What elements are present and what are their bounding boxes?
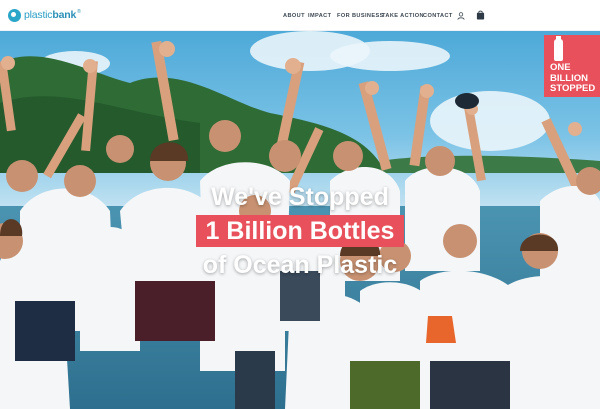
- headline-line-1: We've Stopped: [211, 183, 389, 211]
- badge-text: ONE BILLION STOPPED: [550, 62, 596, 94]
- logo-wordmark: plasticbank®: [24, 9, 81, 21]
- logo-mark-icon: [8, 8, 21, 22]
- user-icon[interactable]: [457, 12, 465, 20]
- one-billion-stopped-badge: ONE BILLION STOPPED: [544, 35, 600, 97]
- hero-headline: We've Stopped 1 Billion Bottles of Ocean…: [0, 180, 600, 282]
- nav-impact[interactable]: IMPACT: [308, 13, 331, 19]
- plastic-bank-logo[interactable]: plasticbank®: [8, 0, 81, 31]
- nav-take-action[interactable]: TAKE ACTION: [382, 13, 424, 19]
- shopping-bag-icon[interactable]: [476, 10, 485, 20]
- headline-line-3: of Ocean Plastic: [202, 251, 398, 279]
- bottle-icon: [554, 36, 563, 61]
- site-header: plasticbank® ABOUT IMPACT FOR BUSINESS T…: [0, 0, 600, 31]
- nav-contact[interactable]: CONTACT: [423, 13, 453, 19]
- nav-for-business[interactable]: FOR BUSINESS: [337, 13, 384, 19]
- nav-about[interactable]: ABOUT: [283, 13, 305, 19]
- headline-highlight: 1 Billion Bottles: [195, 215, 405, 247]
- hero-section: We've Stopped 1 Billion Bottles of Ocean…: [0, 31, 600, 409]
